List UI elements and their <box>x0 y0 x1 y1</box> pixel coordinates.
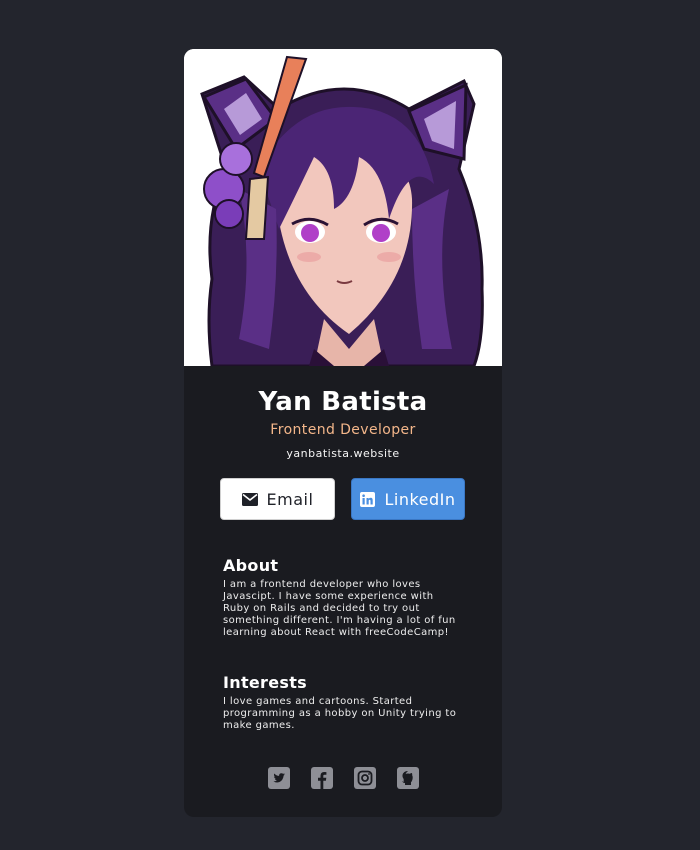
profile-name: Yan Batista <box>258 387 428 417</box>
instagram-icon[interactable] <box>353 767 376 789</box>
anime-girl-avatar-illustration <box>184 49 502 366</box>
profile-website-link[interactable]: yanbatista.website <box>184 446 502 462</box>
social-links <box>184 767 502 789</box>
about-text: I am a frontend developer who loves Java… <box>223 579 456 638</box>
github-icon[interactable] <box>396 767 419 789</box>
profile-card: Yan Batista Frontend Developer yanbatist… <box>184 49 502 817</box>
linkedin-icon <box>360 491 376 507</box>
email-button[interactable]: Email <box>220 478 335 520</box>
contact-buttons: Email LinkedIn <box>220 478 465 520</box>
interests-section: Interests I love games and cartoons. Sta… <box>223 673 463 732</box>
about-heading: About <box>223 556 279 575</box>
interests-heading: Interests <box>223 673 307 692</box>
twitter-icon[interactable] <box>267 767 290 789</box>
linkedin-button-label: LinkedIn <box>384 489 456 509</box>
profile-role: Frontend Developer <box>270 422 416 438</box>
linkedin-button[interactable]: LinkedIn <box>351 478 465 520</box>
envelope-icon <box>241 492 258 506</box>
avatar <box>184 49 502 366</box>
interests-text: I love games and cartoons. Started progr… <box>223 696 457 731</box>
profile-info: Yan Batista Frontend Developer yanbatist… <box>184 386 502 462</box>
email-button-label: Email <box>266 489 314 509</box>
about-section: About I am a frontend developer who love… <box>223 556 463 639</box>
facebook-icon[interactable] <box>310 767 333 789</box>
